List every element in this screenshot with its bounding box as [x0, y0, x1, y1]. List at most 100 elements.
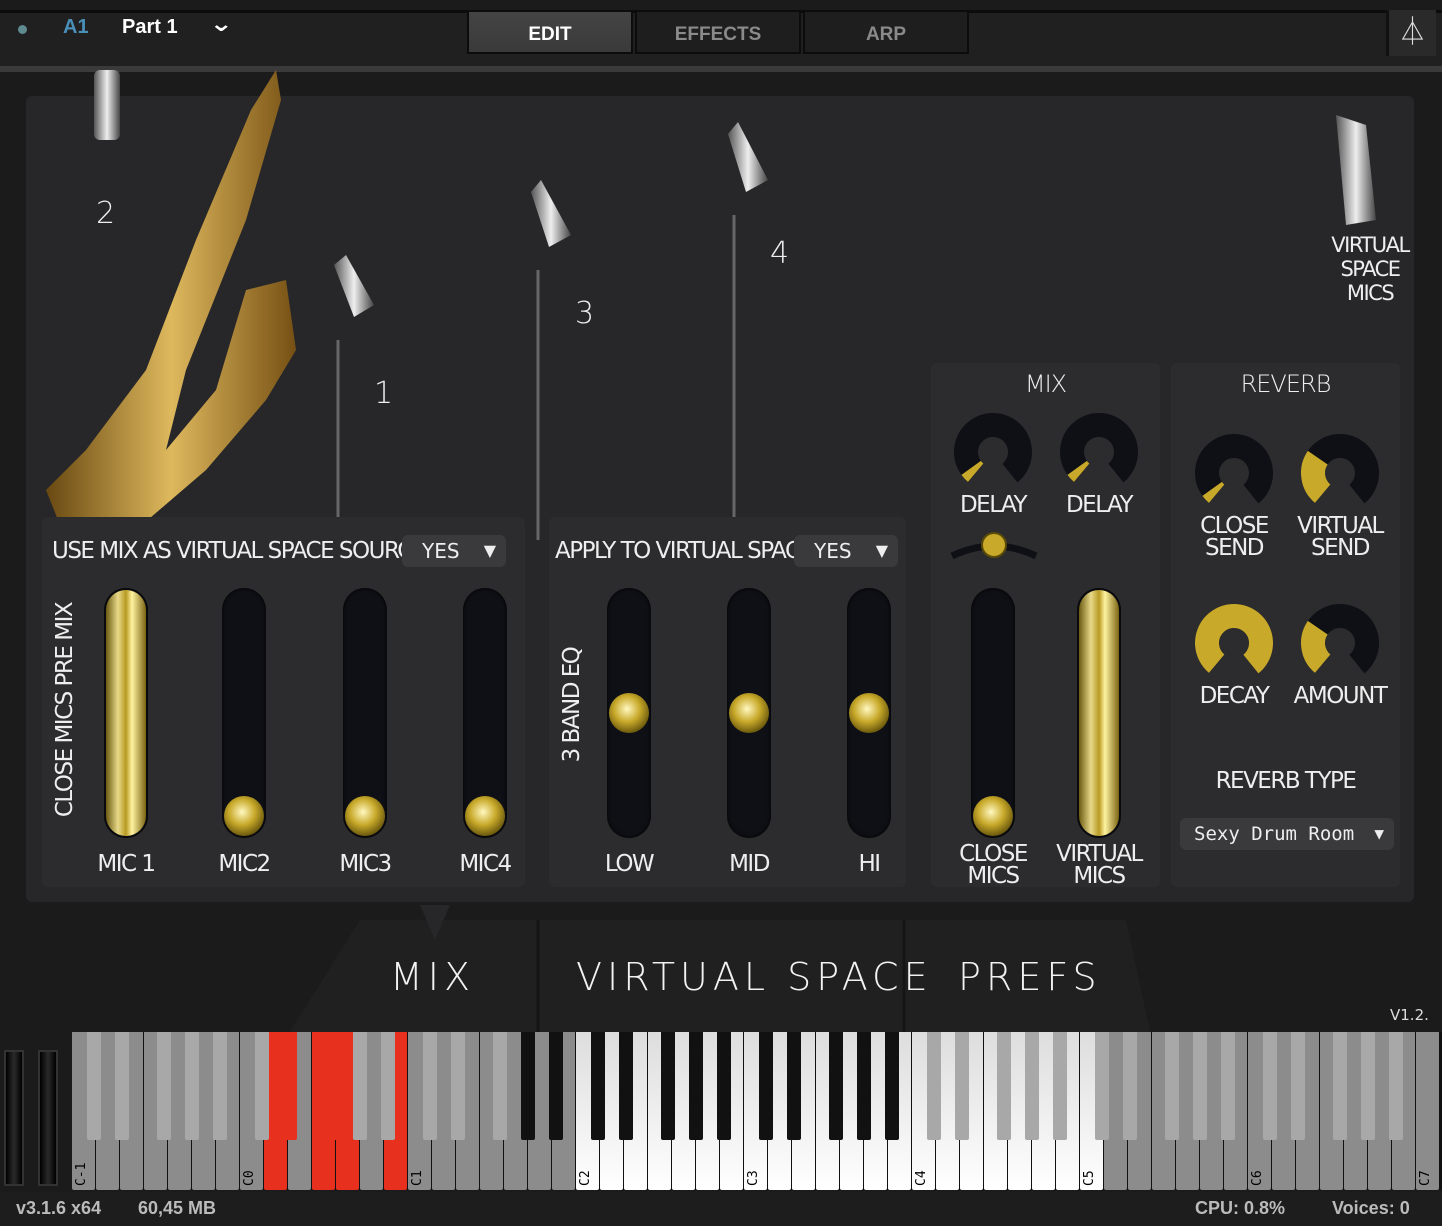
black-key[interactable]: [381, 1032, 395, 1140]
eq-low-label: LOW: [604, 851, 655, 877]
black-key[interactable]: [1165, 1032, 1179, 1140]
black-key[interactable]: [997, 1032, 1011, 1140]
balance-slider[interactable]: [950, 528, 1040, 562]
reverb-type-value: Sexy Drum Room: [1194, 823, 1355, 845]
virtual-send-label: VIRTUAL SEND: [1297, 513, 1384, 561]
mic-number: 3: [575, 296, 595, 331]
black-key[interactable]: [1095, 1032, 1109, 1140]
tab-effects[interactable]: EFFECTS: [635, 10, 801, 54]
black-key[interactable]: [255, 1032, 269, 1140]
black-key[interactable]: [353, 1032, 367, 1140]
black-key[interactable]: [591, 1032, 605, 1140]
mod-wheel[interactable]: [38, 1050, 58, 1186]
black-key[interactable]: [283, 1032, 297, 1140]
pitch-wheel[interactable]: [4, 1050, 24, 1186]
tab-edit[interactable]: EDIT: [467, 10, 633, 54]
mic-number: 4: [770, 236, 790, 271]
dropdown-arrow-icon: ▼: [483, 541, 496, 560]
cpu-text: CPU: 0.8%: [1195, 1198, 1286, 1218]
close-send-label: CLOSE SEND: [1200, 513, 1269, 561]
fader-thumb[interactable]: [973, 796, 1013, 836]
mic4-fader[interactable]: [463, 588, 507, 838]
apply-select[interactable]: YES ▼: [794, 535, 898, 567]
metronome-icon[interactable]: ⏃: [1386, 10, 1436, 56]
black-key[interactable]: [1221, 1032, 1235, 1140]
fader-thumb[interactable]: [729, 693, 769, 733]
octave-label: C0: [242, 1170, 257, 1186]
version-text: v3.1.6 x64: [16, 1198, 102, 1218]
black-key[interactable]: [1025, 1032, 1039, 1140]
amount-knob[interactable]: [1298, 601, 1382, 685]
black-key[interactable]: [955, 1032, 969, 1140]
virtual-delay-label: DELAY: [1065, 492, 1134, 518]
black-key[interactable]: [451, 1032, 465, 1140]
piano-keyboard[interactable]: C-1 C0 C1 C2 C3 C4 C5 C6 C7: [72, 1032, 1442, 1190]
mic3-fader[interactable]: [343, 588, 387, 838]
black-key[interactable]: [1193, 1032, 1207, 1140]
black-key[interactable]: [857, 1032, 871, 1140]
black-key[interactable]: [1361, 1032, 1375, 1140]
mic2-label: MIC2: [218, 851, 271, 877]
black-key[interactable]: [927, 1032, 941, 1140]
black-key[interactable]: [1263, 1032, 1277, 1140]
tab-prefs[interactable]: PREFS: [958, 955, 1102, 999]
black-key[interactable]: [185, 1032, 199, 1140]
fader-thumb[interactable]: [465, 796, 505, 836]
black-key[interactable]: [1053, 1032, 1067, 1140]
black-key[interactable]: [661, 1032, 675, 1140]
close-delay-knob[interactable]: [951, 410, 1035, 494]
black-key[interactable]: [87, 1032, 101, 1140]
black-key[interactable]: [1123, 1032, 1137, 1140]
reverb-type-label: REVERB TYPE: [1215, 768, 1357, 794]
fader-thumb[interactable]: [849, 693, 889, 733]
black-key[interactable]: [829, 1032, 843, 1140]
decay-knob[interactable]: [1192, 601, 1276, 685]
black-key[interactable]: [423, 1032, 437, 1140]
close-send-knob[interactable]: [1192, 431, 1276, 515]
black-key[interactable]: [717, 1032, 731, 1140]
fader-thumb[interactable]: [609, 693, 649, 733]
tab-mix[interactable]: MIX: [390, 955, 475, 999]
virtual-send-knob[interactable]: [1298, 431, 1382, 515]
virtual-delay-knob[interactable]: [1057, 410, 1141, 494]
virtual-mics-label: VIRTUAL MICS: [1056, 841, 1143, 889]
eq-low-fader[interactable]: [607, 588, 651, 838]
close-mics-fader[interactable]: [971, 588, 1015, 838]
eq-hi-fader[interactable]: [847, 588, 891, 838]
source-select[interactable]: YES ▼: [402, 535, 506, 567]
mic2-fader[interactable]: [222, 588, 266, 838]
fader-thumb[interactable]: [345, 796, 385, 836]
part-name[interactable]: Part 1: [122, 16, 178, 39]
octave-label: C7: [1418, 1170, 1433, 1186]
chevron-down-icon[interactable]: ⌄: [209, 12, 233, 37]
mic1-fader[interactable]: [104, 588, 148, 838]
white-key[interactable]: [1416, 1032, 1439, 1190]
black-key[interactable]: [619, 1032, 633, 1140]
black-key[interactable]: [787, 1032, 801, 1140]
tab-arp[interactable]: ARP: [803, 10, 969, 54]
fader-thumb[interactable]: [224, 796, 264, 836]
eq-side-label: 3 BAND EQ: [559, 647, 585, 763]
black-key[interactable]: [549, 1032, 563, 1140]
black-key[interactable]: [759, 1032, 773, 1140]
black-key[interactable]: [325, 1032, 339, 1140]
black-key[interactable]: [521, 1032, 535, 1140]
eq-mid-fader[interactable]: [727, 588, 771, 838]
black-key[interactable]: [115, 1032, 129, 1140]
black-key[interactable]: [689, 1032, 703, 1140]
tab-virtual-space[interactable]: VIRTUAL SPACE: [576, 955, 933, 999]
black-key[interactable]: [1389, 1032, 1403, 1140]
black-key[interactable]: [1291, 1032, 1305, 1140]
dropdown-arrow-icon: ▼: [1374, 824, 1384, 843]
knob-value-arc: [1195, 604, 1273, 682]
balance-thumb[interactable]: [981, 532, 1007, 558]
virtual-space-mics-label[interactable]: VIRTUAL SPACE MICS: [1320, 233, 1420, 305]
black-key[interactable]: [157, 1032, 171, 1140]
reverb-type-select[interactable]: Sexy Drum Room ▼: [1180, 818, 1394, 850]
virtual-mics-fader[interactable]: [1077, 588, 1121, 838]
black-key[interactable]: [885, 1032, 899, 1140]
black-key[interactable]: [493, 1032, 507, 1140]
black-key[interactable]: [1333, 1032, 1347, 1140]
apply-value: YES: [814, 539, 852, 563]
black-key[interactable]: [213, 1032, 227, 1140]
